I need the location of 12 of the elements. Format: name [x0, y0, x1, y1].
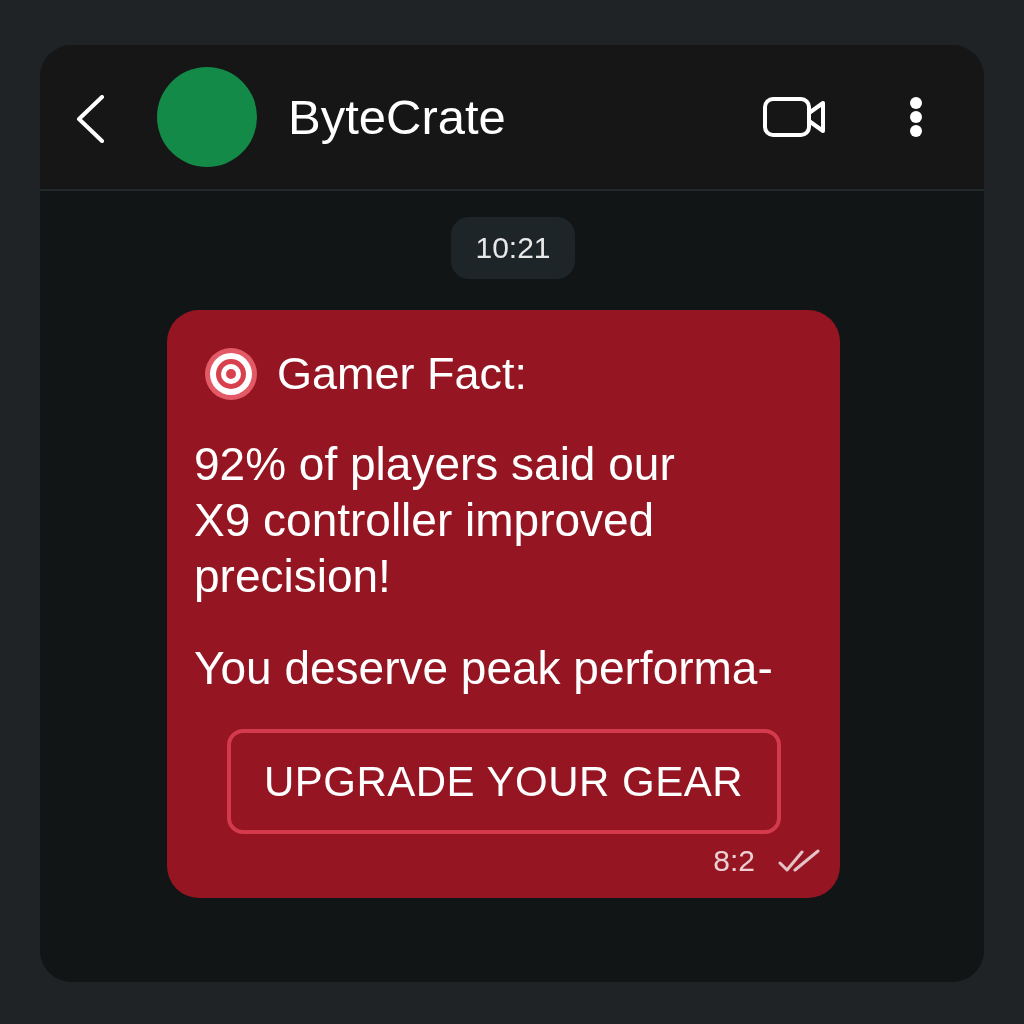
date-chip: 10:21 — [451, 217, 575, 279]
back-icon[interactable] — [75, 95, 105, 143]
double-check-icon — [778, 849, 820, 873]
message-time: 8:2 — [713, 846, 755, 876]
message-text: You deserve peak performa- — [194, 641, 773, 696]
contact-name: ByteCrate — [288, 89, 507, 145]
upgrade-button[interactable]: UPGRADE YOUR GEAR — [226, 729, 781, 834]
message-text: 92% of players said our X9 controller improved precision! — [194, 437, 676, 604]
video-camera-icon[interactable] — [763, 97, 827, 137]
message-title: Gamer Fact: — [277, 348, 528, 400]
more-options-icon[interactable] — [909, 96, 923, 138]
target-icon — [205, 348, 257, 400]
